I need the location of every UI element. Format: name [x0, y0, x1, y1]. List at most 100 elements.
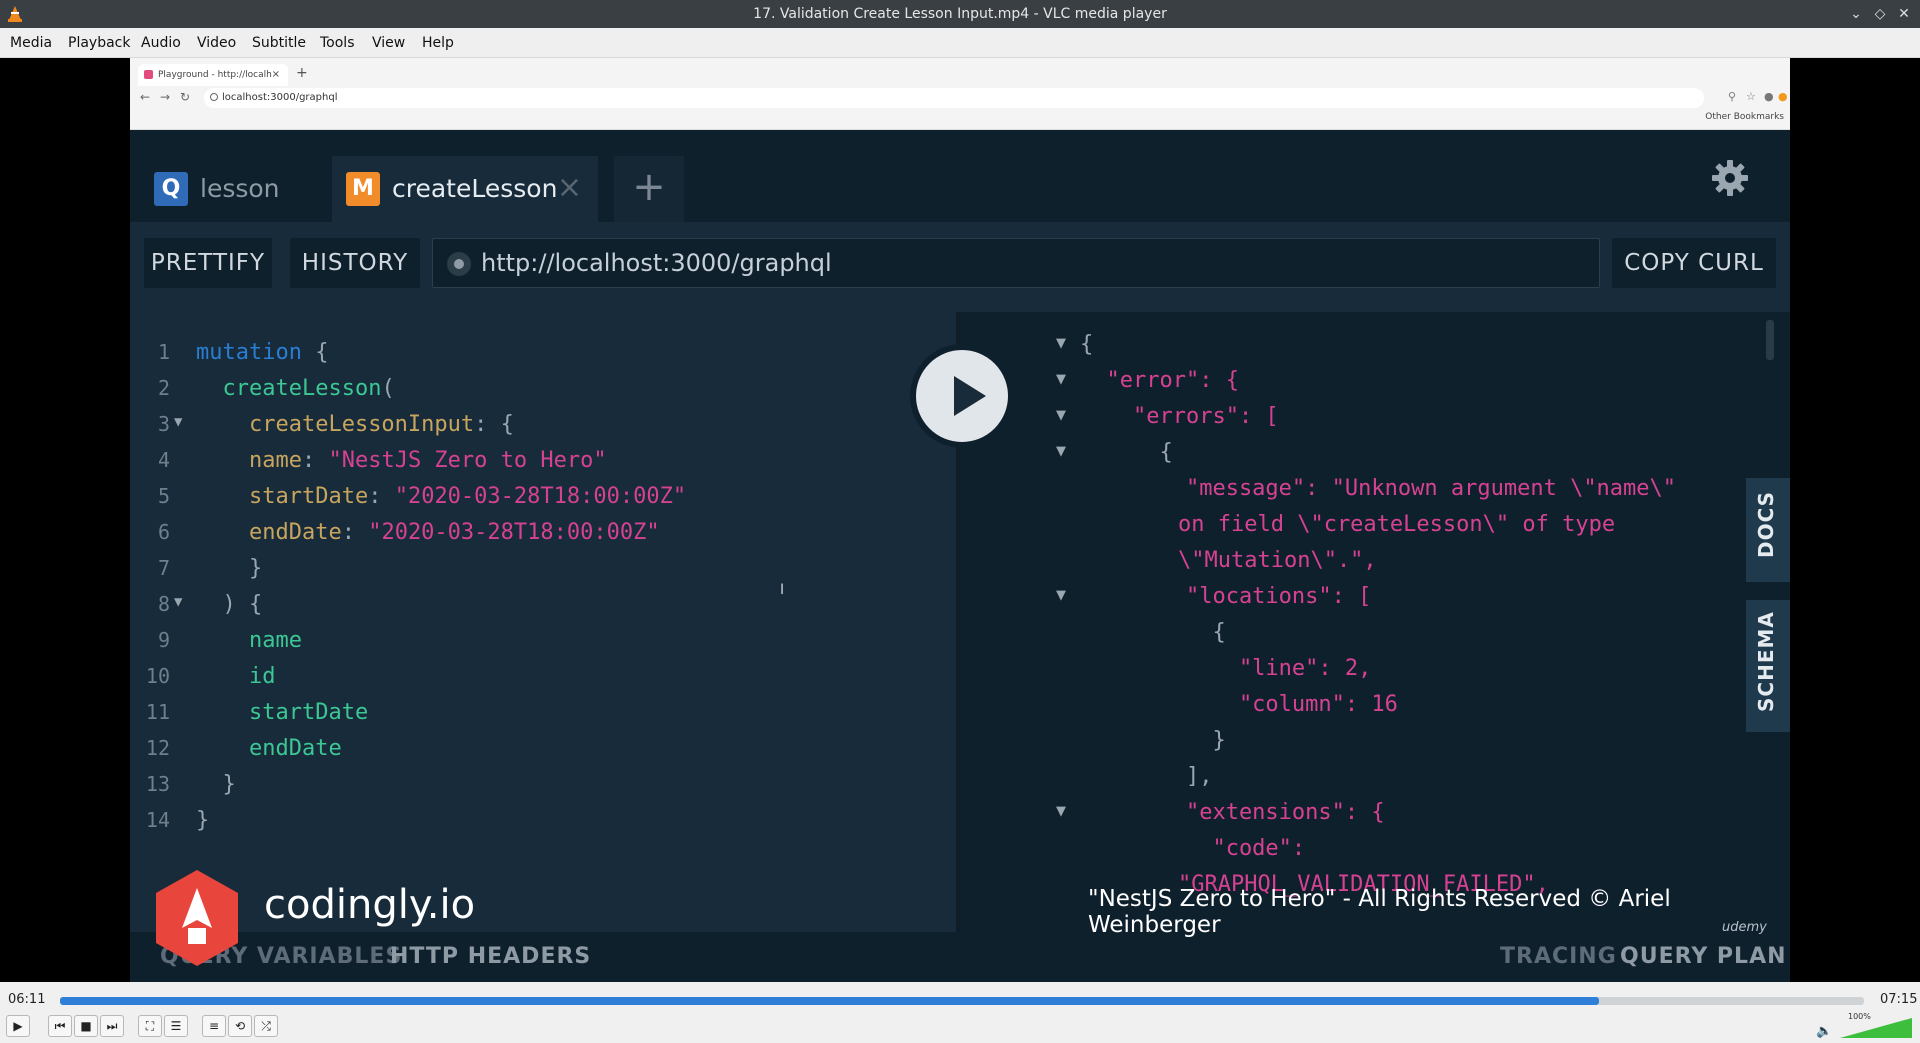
next-icon[interactable]: ⏭ [100, 1015, 124, 1037]
total-time: 07:15 [1880, 992, 1918, 1007]
shuffle-icon[interactable]: ⤮ [254, 1015, 278, 1037]
endpoint-url: http://localhost:3000/graphql [481, 249, 832, 277]
line-number: 8 [157, 592, 170, 616]
line-number: 7 [157, 556, 170, 580]
brand-watermark: codingly.io [264, 882, 476, 928]
result-line: ], [1080, 764, 1213, 789]
result-line: { [1080, 440, 1173, 465]
udemy-watermark: udemy [1722, 920, 1767, 935]
menu-tools[interactable]: Tools [320, 35, 355, 51]
menu-media[interactable]: Media [10, 35, 52, 51]
fold-arrow-icon: ▼ [1056, 804, 1066, 819]
result-line: "column": 16 [1080, 692, 1398, 717]
code-line: createLesson( [222, 376, 395, 401]
menu-bar: Media Playback Audio Video Subtitle Tool… [0, 28, 1920, 58]
code-line: endDate [248, 736, 342, 761]
speaker-icon[interactable]: 🔈 [1816, 1024, 1832, 1039]
result-scrollbar [1766, 320, 1774, 360]
tab-lesson-label: lesson [200, 174, 280, 203]
docs-tab-label: DOCS [1754, 490, 1778, 558]
settings-gear-icon [1712, 160, 1748, 196]
menu-video[interactable]: Video [197, 35, 236, 51]
maximize-icon[interactable]: ◇ [1870, 4, 1890, 24]
line-number: 9 [157, 628, 170, 652]
menu-audio[interactable]: Audio [141, 35, 181, 51]
back-icon: ← [140, 90, 151, 104]
menu-view[interactable]: View [372, 35, 405, 51]
minimize-icon[interactable]: ⌄ [1846, 4, 1866, 24]
volume-slider[interactable]: 100% [1840, 1012, 1912, 1042]
execute-query-button [910, 344, 1014, 448]
play-button[interactable]: ▶ [6, 1015, 30, 1037]
add-tab-button: + [614, 156, 684, 222]
fold-arrow-icon: ▼ [1056, 336, 1066, 351]
copy-curl-button: COPY CURL [1612, 238, 1776, 288]
editor-line: 8 ▼ ) { [130, 592, 960, 622]
avatar-icon: ● [1764, 90, 1774, 103]
browser-address-bar: localhost:3000/graphql [204, 88, 1704, 108]
fullscreen-icon[interactable]: ⛶ [138, 1015, 162, 1037]
seek-bar-progress [60, 997, 1599, 1005]
line-number: 1 [157, 340, 170, 364]
menu-playback[interactable]: Playback [68, 35, 130, 51]
tab-lesson: Q lesson [140, 156, 320, 222]
previous-icon[interactable]: ⏮ [48, 1015, 72, 1037]
playlist-icon[interactable]: ≡ [202, 1015, 226, 1037]
stop-button[interactable]: ■ [74, 1015, 98, 1037]
line-number: 4 [157, 448, 170, 472]
code-line: } [196, 772, 236, 797]
fold-arrow-icon: ▼ [1056, 588, 1066, 603]
connection-status-icon [447, 252, 471, 276]
close-tab-icon: × [556, 170, 582, 205]
editor-line: 10 id [130, 664, 960, 694]
volume-percent: 100% [1848, 1012, 1871, 1021]
code-line: createLessonInput: { [248, 412, 514, 437]
prettify-button: PRETTIFY [144, 238, 272, 288]
tracing-tab: TRACING [1500, 944, 1617, 969]
reload-icon: ↻ [180, 90, 191, 104]
code-line: ) { [196, 592, 263, 617]
docs-tab: DOCS [1746, 478, 1790, 582]
code-line: endDate: "2020-03-28T18:00:00Z" [248, 520, 660, 545]
line-number: 3 [157, 412, 170, 436]
result-line: "error": { [1080, 368, 1239, 393]
editor-line: 5 startDate: "2020-03-28T18:00:00Z" [130, 484, 960, 514]
star-icon: ☆ [1746, 90, 1756, 103]
query-badge: Q [154, 172, 188, 206]
result-line: "line": 2, [1080, 656, 1372, 681]
video-frame[interactable]: Playground - http://localh × + ← → ↻ loc… [130, 58, 1790, 982]
close-icon[interactable]: ✕ [1894, 4, 1914, 24]
result-line: { [1080, 332, 1094, 357]
menu-help[interactable]: Help [422, 35, 454, 51]
query-editor: 1 mutation { 2 createLesson( 3 ▼ createL… [130, 312, 960, 982]
editor-line: 13 } [130, 772, 960, 802]
menu-subtitle[interactable]: Subtitle [252, 35, 306, 51]
new-tab-icon: + [296, 65, 308, 81]
browser-tab-title: Playground - http://localh [158, 70, 272, 80]
mutation-badge: M [346, 172, 380, 206]
editor-line: 2 createLesson( [130, 376, 960, 406]
playground-bottom-bar: QUERY VARIABLES HTTP HEADERS TRACING QUE… [130, 932, 1790, 982]
code-line: startDate [248, 700, 369, 725]
code-line: id [248, 664, 276, 689]
loop-icon[interactable]: ⟲ [228, 1015, 252, 1037]
editor-line: 4 name: "NestJS Zero to Hero" [130, 448, 960, 478]
browser-tab: Playground - http://localh × [138, 64, 288, 86]
result-line: "locations": [ [1080, 584, 1372, 609]
seek-bar[interactable] [60, 997, 1864, 1005]
copyright-watermark: "NestJS Zero to Hero" - All Rights Reser… [1088, 886, 1671, 938]
result-pane: ▼ ▼ ▼ ▼ ▼ ▼ { "error": { "errors": [ { "… [960, 312, 1790, 932]
extended-settings-icon[interactable]: ☰ [164, 1015, 188, 1037]
code-line: startDate: "2020-03-28T18:00:00Z" [248, 484, 687, 509]
line-number: 5 [157, 484, 170, 508]
schema-tab: SCHEMA [1746, 600, 1790, 732]
codingly-logo-icon [156, 870, 238, 966]
elapsed-time: 06:11 [8, 992, 46, 1007]
editor-line: 11 startDate [130, 700, 960, 730]
line-number: 10 [145, 664, 170, 688]
fold-arrow-icon: ▼ [1056, 372, 1066, 387]
editor-line: 12 endDate [130, 736, 960, 766]
code-line: } [196, 808, 210, 833]
result-line: "extensions": { [1080, 800, 1385, 825]
editor-line: 1 mutation { [130, 340, 960, 370]
